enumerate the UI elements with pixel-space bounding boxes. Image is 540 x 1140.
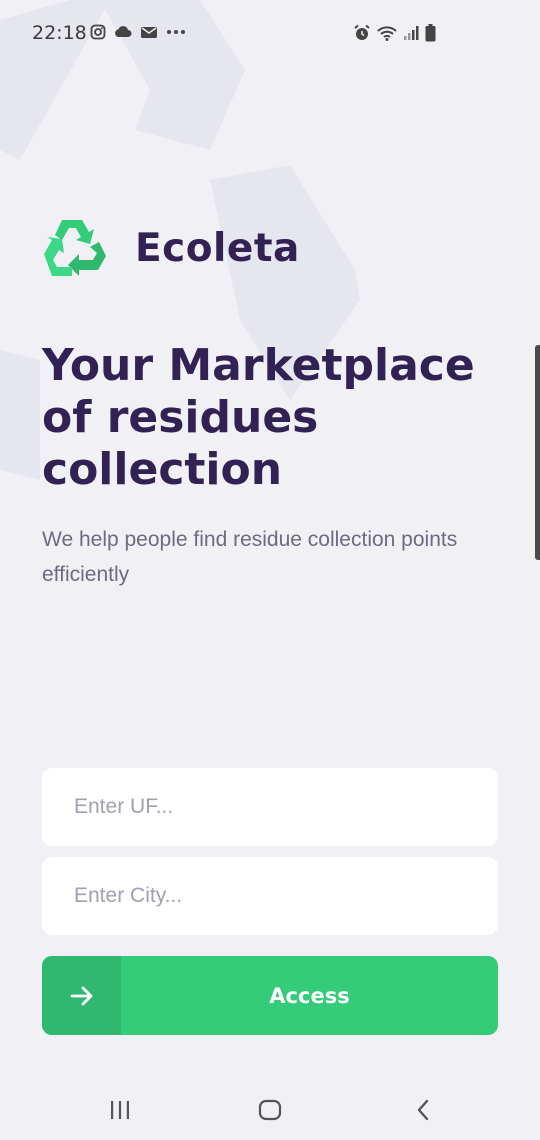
app-name: Ecoleta [135,225,300,271]
city-input[interactable] [42,857,498,935]
uf-input[interactable] [42,768,498,846]
access-button-icon-box [42,956,121,1035]
status-time: 22:18 [32,22,87,44]
status-notification-icons [90,24,186,40]
battery-icon [425,24,436,42]
system-nav-bar [0,1080,540,1140]
cloud-icon [115,26,132,37]
signal-icon [404,26,419,40]
access-button[interactable]: Access [42,956,498,1035]
access-button-label: Access [269,983,350,1008]
page-description: We help people find residue collection p… [42,528,458,586]
page-title: Your Marketplace of residues collection [42,340,475,495]
mail-icon [141,26,157,38]
wifi-icon [377,26,397,41]
status-system-icons [353,24,436,42]
status-bar: 22:18 [0,0,540,68]
scrollbar[interactable] [535,345,540,560]
arrow-right-icon [70,986,92,1005]
home-icon [258,1099,282,1121]
more-dots-icon [167,30,185,34]
recent-apps-icon [111,1101,129,1119]
back-button[interactable] [403,1094,443,1126]
back-icon [417,1099,429,1121]
app-logo: Ecoleta [42,218,300,278]
instagram-icon [90,24,106,40]
recycle-icon [44,220,106,276]
alarm-icon [354,24,370,40]
home-button[interactable] [250,1094,290,1126]
recent-apps-button[interactable] [100,1094,140,1126]
